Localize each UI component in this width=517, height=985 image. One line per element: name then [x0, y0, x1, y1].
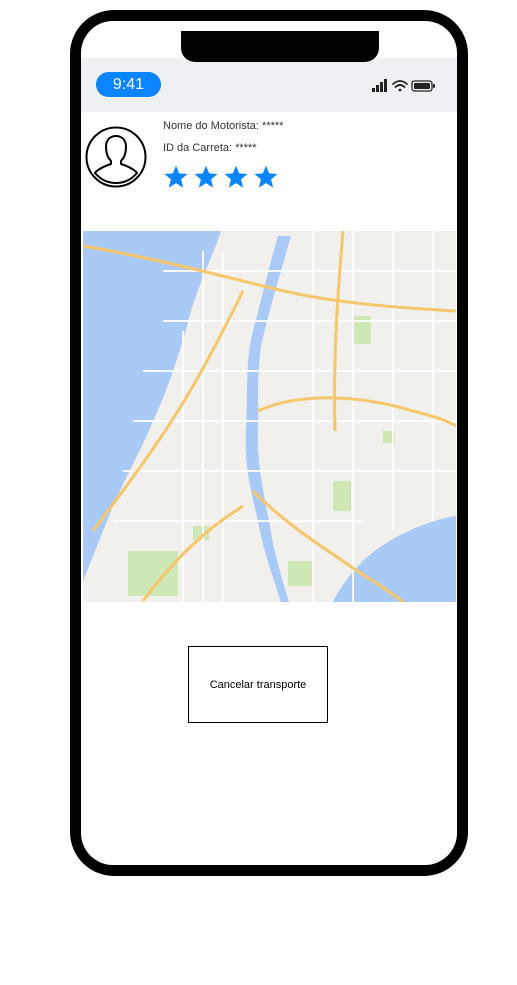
user-silhouette-icon[interactable]	[85, 126, 147, 188]
phone-frame: 9:41 Nome do Motorista: ***** ID da Carr…	[70, 10, 468, 876]
wifi-icon	[392, 80, 408, 92]
battery-icon	[411, 80, 435, 92]
status-time: 9:41	[96, 72, 161, 97]
star-icon	[194, 165, 218, 188]
status-bar: 9:41	[81, 58, 457, 112]
page: 9:41 Nome do Motorista: ***** ID da Carr…	[0, 0, 517, 985]
star-icon	[224, 165, 248, 188]
cancel-transport-button[interactable]: Cancelar transporte	[188, 646, 328, 723]
driver-name: Nome do Motorista: *****	[163, 120, 284, 132]
status-icons	[372, 79, 435, 92]
notch	[181, 31, 379, 62]
phone-screen: 9:41 Nome do Motorista: ***** ID da Carr…	[81, 21, 457, 865]
star-icon	[164, 165, 188, 188]
signal-icon	[372, 79, 387, 92]
city-map[interactable]	[83, 231, 456, 602]
star-icon	[254, 165, 278, 188]
trailer-id: ID da Carreta: *****	[163, 142, 257, 154]
rating-stars	[163, 164, 279, 196]
